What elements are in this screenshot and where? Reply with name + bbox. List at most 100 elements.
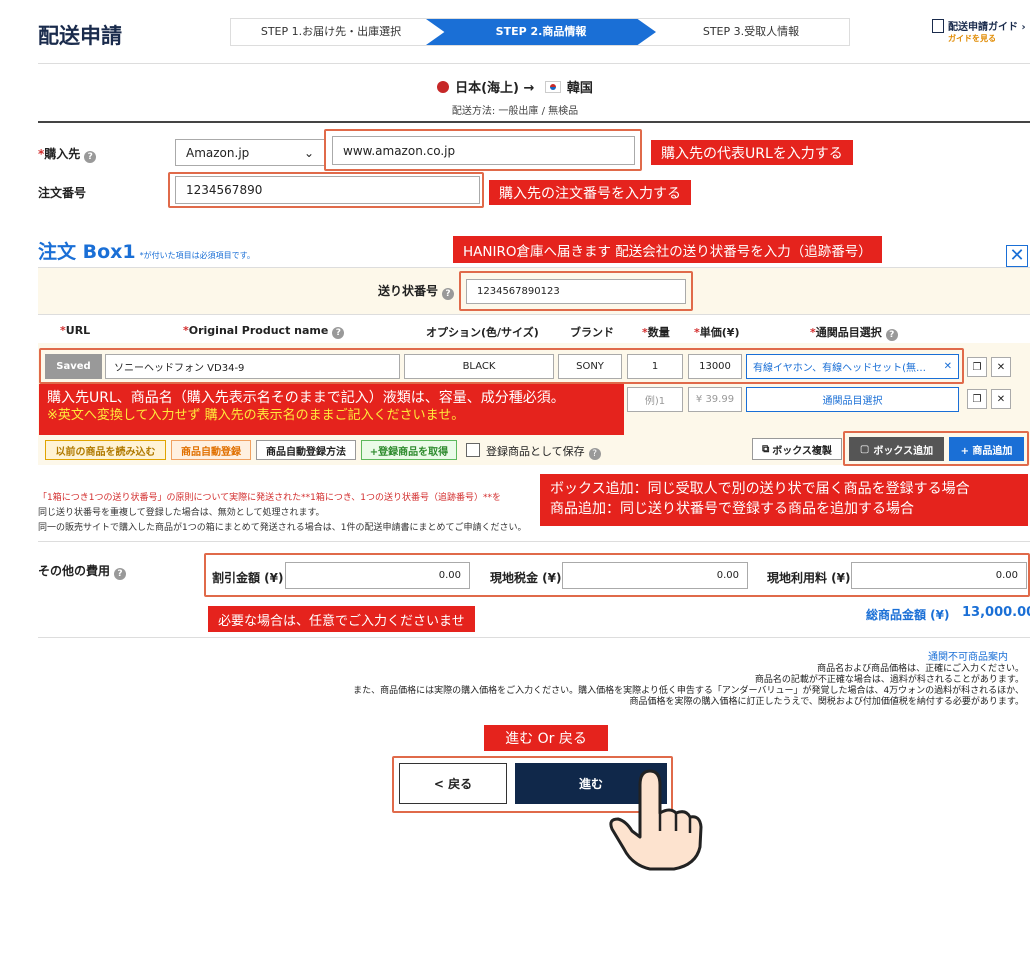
qty-input[interactable]: 1 (627, 354, 683, 379)
save-as-checkbox[interactable] (466, 443, 480, 457)
step-indicator: STEP 1.お届け先・出庫選択 STEP 2.商品情報 STEP 3.受取人情… (230, 18, 850, 46)
col-option: オプション(色/サイズ) (426, 326, 539, 339)
close-icon[interactable]: ✕ (944, 361, 952, 372)
step-1[interactable]: STEP 1.お届け先・出庫選択 (231, 19, 431, 45)
price-input[interactable]: 13000 (688, 354, 742, 379)
annotation-fees: 必要な場合は、任意でご入力くださいませ (208, 606, 475, 632)
info-line1: 「1箱につき1つの送り状番号」の原則について実際に発送された**1箱につき、1つ… (38, 493, 502, 503)
category-select-button[interactable]: 通関品目選択 (746, 387, 959, 412)
guide-link[interactable]: 配送申請ガイド › ガイドを見る (932, 18, 1026, 44)
guide-label: 配送申請ガイド (948, 22, 1018, 33)
annotation-add-line2: 商品追加：同じ送り状番号で登録する商品を追加する場合 (550, 501, 914, 517)
notice-line1: 商品名および商品価格は、正確にご入力ください。 (817, 664, 1024, 674)
notice-line2: 商品名の記載が不正確な場合は、過料が科されることがあります。 (754, 675, 1024, 685)
category-select[interactable]: 有線イヤホン、有線ヘッドセット(無… ✕ (746, 354, 959, 379)
total-value: 13,000.00 (962, 605, 1030, 620)
annotation-add-line1: ボックス追加：同じ受取人で別の送り状で届く商品を登録する場合 (550, 481, 970, 497)
qty-input[interactable]: 例)1 (627, 387, 683, 412)
col-brand: ブランド (570, 326, 614, 339)
tracking-input[interactable]: 1234567890123 (466, 279, 686, 304)
divider (38, 121, 1030, 123)
order-label: 注文番号 (38, 186, 87, 200)
restricted-goods-link[interactable]: 通関不可商品案内 (928, 648, 1008, 663)
step-2[interactable]: STEP 2.商品情報 (426, 19, 656, 45)
product-name-input[interactable]: ソニーヘッドフォン VD34-9 (105, 354, 400, 379)
back-button[interactable]: < 戻る (399, 763, 507, 804)
divider (38, 541, 1030, 542)
help-icon[interactable]: ? (442, 288, 455, 300)
divider (38, 637, 1030, 638)
store-select[interactable]: Amazon.jp ⌄ (175, 139, 325, 166)
route-line: 日本(海上) → 韓国 (0, 77, 1030, 96)
delete-row-button[interactable]: ✕ (991, 389, 1011, 409)
delete-row-button[interactable]: ✕ (991, 357, 1011, 377)
chevron-down-icon: ⌄ (303, 145, 314, 160)
annotation-product-line2: ※英文へ変換して入力せず 購入先の表示名のままご記入くださいませ。 (47, 408, 465, 423)
add-product-button[interactable]: + 商品追加 (949, 437, 1024, 461)
copy-box-button[interactable]: ⧉ ボックス複製 (752, 438, 842, 460)
auto-register-button[interactable]: 商品自動登録 (171, 440, 251, 460)
help-icon[interactable]: ? (332, 327, 345, 339)
divider (38, 63, 1030, 64)
tracking-label: 送り状番号? (378, 282, 455, 300)
help-icon[interactable]: ? (84, 151, 97, 163)
shipping-method: 配送方法: 一般出庫 / 無検品 (451, 106, 579, 117)
route-to: 韓国 (566, 81, 593, 96)
add-box-button[interactable]: ▢ ボックス追加 (849, 437, 944, 461)
page-title: 配送申請 (38, 24, 122, 48)
annotation-tracking: HANIRO倉庫へ届きます 配送会社の送り状番号を入力（追跡番号） (453, 236, 882, 263)
copy-icon: ⧉ (762, 443, 770, 455)
korea-flag-icon (544, 81, 561, 93)
notice-line4: 商品価格を実際の購入価格に訂正したうえで、関税および付加価値税を納付する必要があ… (629, 697, 1024, 707)
load-prev-button[interactable]: 以前の商品を読み込む (45, 440, 166, 460)
col-qty: *数量 (642, 326, 670, 339)
copy-row-button[interactable]: ❐ (967, 357, 987, 377)
copy-row-button[interactable]: ❐ (967, 389, 987, 409)
saved-badge: Saved (45, 354, 102, 379)
help-icon[interactable]: ? (114, 568, 127, 580)
chevron-right-icon: › (1021, 22, 1026, 33)
help-icon[interactable]: ? (588, 448, 601, 460)
usage-input[interactable]: 0.00 (851, 562, 1027, 589)
col-name: *Original Product name? (183, 324, 345, 339)
total-label: 総商品金額 (¥) (866, 608, 950, 622)
order-number-input[interactable]: 1234567890 (175, 176, 480, 204)
route-arrow: → (523, 81, 535, 96)
pointing-hand-icon (609, 769, 703, 871)
info-line2: 同じ送り状番号を重複して登録した場合は、無効として処理されます。 (38, 508, 325, 518)
discount-input[interactable]: 0.00 (285, 562, 470, 589)
japan-flag-icon (437, 81, 450, 93)
col-url: *URL (60, 324, 91, 337)
annotation-product-line1: 購入先URL、商品名（購入先表示名そのままで記入）液類は、容量、成分種必須。 (47, 390, 565, 406)
route-from: 日本(海上) (455, 81, 519, 96)
annotation-product: 購入先URL、商品名（購入先表示名そのままで記入）液類は、容量、成分種必須。 ※… (39, 384, 624, 435)
option-input[interactable]: BLACK (404, 354, 554, 379)
notice: 商品名および商品価格は、正確にご入力ください。 商品名の記載が不正確な場合は、過… (224, 664, 1024, 708)
store-url-input[interactable]: www.amazon.co.jp (332, 136, 635, 165)
box-icon: ▢ (859, 443, 870, 455)
get-registered-button[interactable]: +登録商品を取得 (361, 440, 457, 460)
fees-label: その他の費用? (38, 562, 127, 580)
usage-label: 現地利用料 (¥) (767, 571, 851, 585)
price-input[interactable]: ¥ 39.99 (688, 387, 742, 412)
store-label: *購入先? (38, 145, 97, 163)
col-category: *通関品目選択? (810, 324, 898, 341)
tax-input[interactable]: 0.00 (562, 562, 748, 589)
help-icon[interactable]: ? (885, 329, 898, 341)
col-price: *単価(¥) (694, 326, 740, 339)
notice-line3: また、商品価格には実際の購入価格をご入力ください。購入価格を実際より低く申告する… (353, 686, 1024, 696)
document-icon (932, 19, 944, 33)
annotation-add: ボックス追加：同じ受取人で別の送り状で届く商品を登録する場合 商品追加：同じ送り… (540, 474, 1028, 526)
auto-howto-button[interactable]: 商品自動登録方法 (256, 440, 356, 460)
step-3[interactable]: STEP 3.受取人情報 (651, 19, 851, 45)
annotation-order: 購入先の注文番号を入力する (489, 180, 691, 205)
info-line3: 同一の販売サイトで購入した商品が1つの箱にまとめて発送される場合は、1件の配送申… (38, 523, 527, 533)
close-box-button[interactable]: ✕ (1006, 245, 1028, 267)
save-as-label: 登録商品として保存? (486, 443, 601, 460)
annotation-url: 購入先の代表URLを入力する (651, 140, 853, 165)
box-title: 注文 Box1 *が付いた項目は必須項目です。 (38, 241, 255, 263)
brand-input[interactable]: SONY (558, 354, 622, 379)
guide-sub: ガイドを見る (948, 34, 996, 43)
discount-label: 割引金額 (¥) (212, 571, 284, 585)
tax-label: 現地税金 (¥) (490, 571, 562, 585)
